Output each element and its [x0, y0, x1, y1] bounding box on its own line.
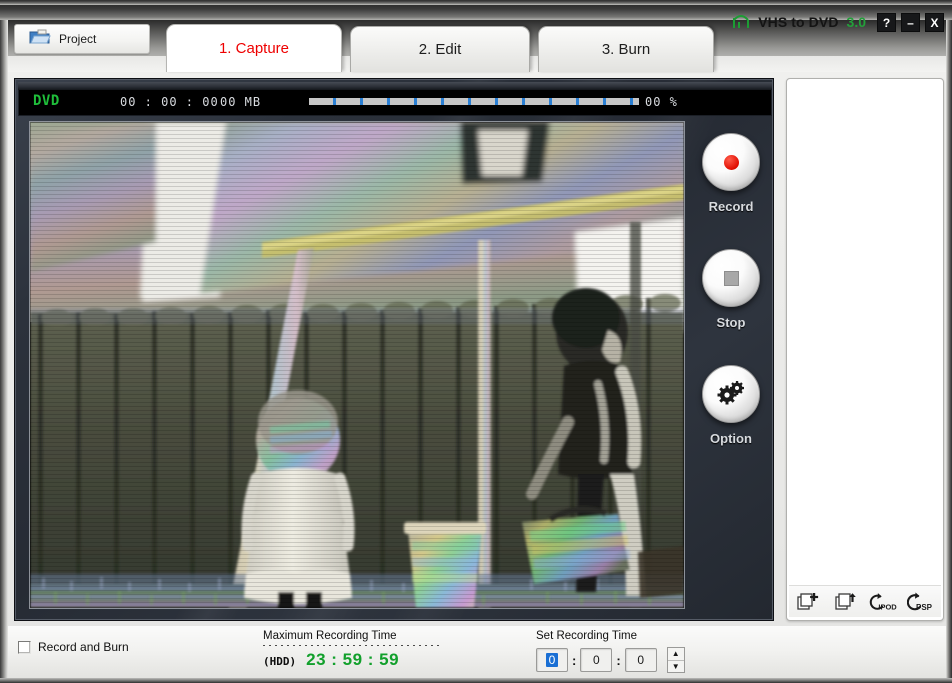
status-size: 00 MB [220, 95, 262, 109]
psp-label: PSP [916, 603, 933, 612]
folder-icon [29, 28, 51, 51]
stop-button[interactable] [702, 249, 760, 307]
checkbox-box[interactable] [18, 640, 31, 654]
stepper-down-icon[interactable]: ▼ [668, 661, 684, 673]
set-seconds-field[interactable]: 0 [624, 648, 657, 672]
window-frame-left [0, 0, 8, 683]
application-window: VHS to DVD 3.0 ? – X Project 1. Capture … [0, 0, 952, 683]
option-control: Option [691, 365, 771, 446]
status-elapsed: 00 : 00 : 00 [120, 95, 219, 109]
option-button[interactable] [702, 365, 760, 423]
tab-capture[interactable]: 1. Capture [166, 24, 342, 72]
close-button[interactable]: X [925, 12, 944, 32]
ipod-convert-icon[interactable]: IPOD [869, 590, 899, 614]
file-list[interactable] [788, 80, 942, 585]
tab-burn[interactable]: 3. Burn [538, 26, 714, 72]
gears-icon [716, 379, 746, 410]
window-frame-bottom [0, 678, 952, 683]
status-mode: DVD [33, 93, 60, 109]
maximum-recording-time-label: Maximum Recording Time [263, 630, 397, 642]
help-button[interactable]: ? [877, 12, 896, 32]
video-preview[interactable] [29, 121, 685, 609]
record-button[interactable] [702, 133, 760, 191]
stop-square-icon [723, 270, 739, 286]
tab-edit-label: 2. Edit [418, 41, 462, 58]
stepper-up-icon[interactable]: ▲ [667, 648, 684, 661]
window-frame-right [946, 0, 952, 683]
brand-title: VHS to DVD [758, 14, 839, 30]
set-hours-value: 0 [545, 653, 559, 667]
add-file-icon[interactable] [793, 590, 823, 614]
set-minutes-field[interactable]: 0 [580, 648, 613, 672]
capture-panel: DVD 00 : 00 : 00 00 MB 00 % Record Stop … [14, 78, 774, 621]
option-button-label: Option [710, 431, 752, 446]
brand-bar: VHS to DVD 3.0 ? – X [731, 11, 944, 33]
tab-capture-label: 1. Capture [218, 40, 290, 57]
record-dot-icon [723, 154, 739, 170]
window-frame-top [0, 0, 952, 5]
tab-edit[interactable]: 2. Edit [350, 26, 530, 72]
capture-progress-bar [309, 98, 639, 105]
dotted-divider [263, 645, 441, 646]
bottom-bar: Record and Burn Maximum Recording Time (… [8, 626, 946, 678]
stop-button-label: Stop [716, 315, 746, 330]
record-and-burn-label: Record and Burn [38, 640, 129, 654]
set-recording-time: Set Recording Time 0 : 0 : 0 ▲ ▼ [536, 630, 696, 673]
project-button-label: Project [59, 32, 97, 46]
project-button[interactable]: Project [14, 24, 150, 54]
video-frame [30, 122, 684, 608]
brand-version: 3.0 [846, 14, 866, 30]
record-control: Record [691, 133, 771, 214]
arc-logo-icon [731, 14, 753, 30]
file-tools: IPOD PSP [789, 585, 941, 617]
status-percent: 00 % [645, 95, 678, 109]
tab-burn-label: 3. Burn [601, 41, 651, 58]
status-bar-bevel [18, 82, 772, 90]
file-panel: IPOD PSP [786, 78, 944, 621]
maximum-recording-time: Maximum Recording Time (HDD) 23 : 59 : 5… [263, 630, 453, 670]
max-recording-source: (HDD) [263, 655, 297, 668]
minimize-button[interactable]: – [901, 12, 920, 32]
stop-control: Stop [691, 249, 771, 330]
max-recording-value: 23 : 59 : 59 [306, 650, 400, 669]
record-and-burn-checkbox[interactable]: Record and Burn [18, 640, 129, 654]
separator-2: : [616, 652, 621, 668]
set-recording-time-label: Set Recording Time [536, 630, 637, 642]
separator-1: : [572, 652, 577, 668]
transport-controls: Record Stop Option [691, 121, 771, 609]
record-button-label: Record [708, 199, 754, 214]
ipod-label: IPOD [878, 602, 897, 611]
export-file-icon[interactable] [831, 590, 861, 614]
psp-convert-icon[interactable]: PSP [907, 590, 937, 614]
set-time-stepper[interactable]: ▲ ▼ [666, 647, 685, 673]
set-hours-field[interactable]: 0 [536, 648, 568, 672]
